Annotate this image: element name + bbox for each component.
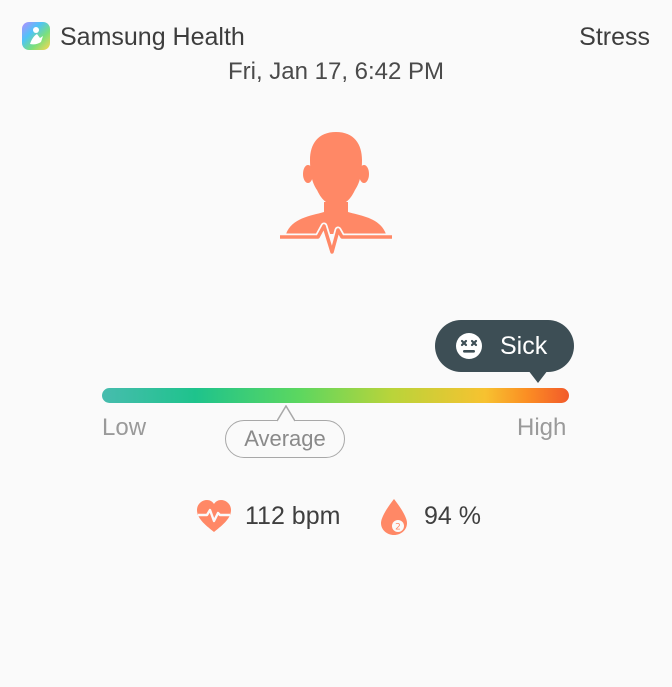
person-pulse-icon xyxy=(280,130,392,259)
spo2-value: 94 % xyxy=(424,502,481,530)
app-title: Samsung Health xyxy=(60,23,245,51)
heart-rate-value: 112 bpm xyxy=(245,502,341,530)
heart-rate-icon xyxy=(196,500,232,539)
average-marker: Average xyxy=(225,420,345,458)
average-pointer xyxy=(277,405,295,422)
stress-scale-bar xyxy=(102,388,569,403)
svg-text:2: 2 xyxy=(395,523,401,533)
scale-low-label: Low xyxy=(102,414,147,441)
app-icon xyxy=(22,22,50,50)
sick-face-icon xyxy=(455,332,483,367)
scale-high-label: High xyxy=(517,414,567,441)
oxygen-drop-icon: 2 xyxy=(379,498,409,541)
stress-level-bubble: Sick xyxy=(435,320,574,372)
screen-title: Stress xyxy=(579,23,650,51)
measurement-datetime: Fri, Jan 17, 6:42 PM xyxy=(227,58,445,85)
stress-level-label: Sick xyxy=(500,332,548,360)
stress-level-pointer xyxy=(528,370,548,383)
